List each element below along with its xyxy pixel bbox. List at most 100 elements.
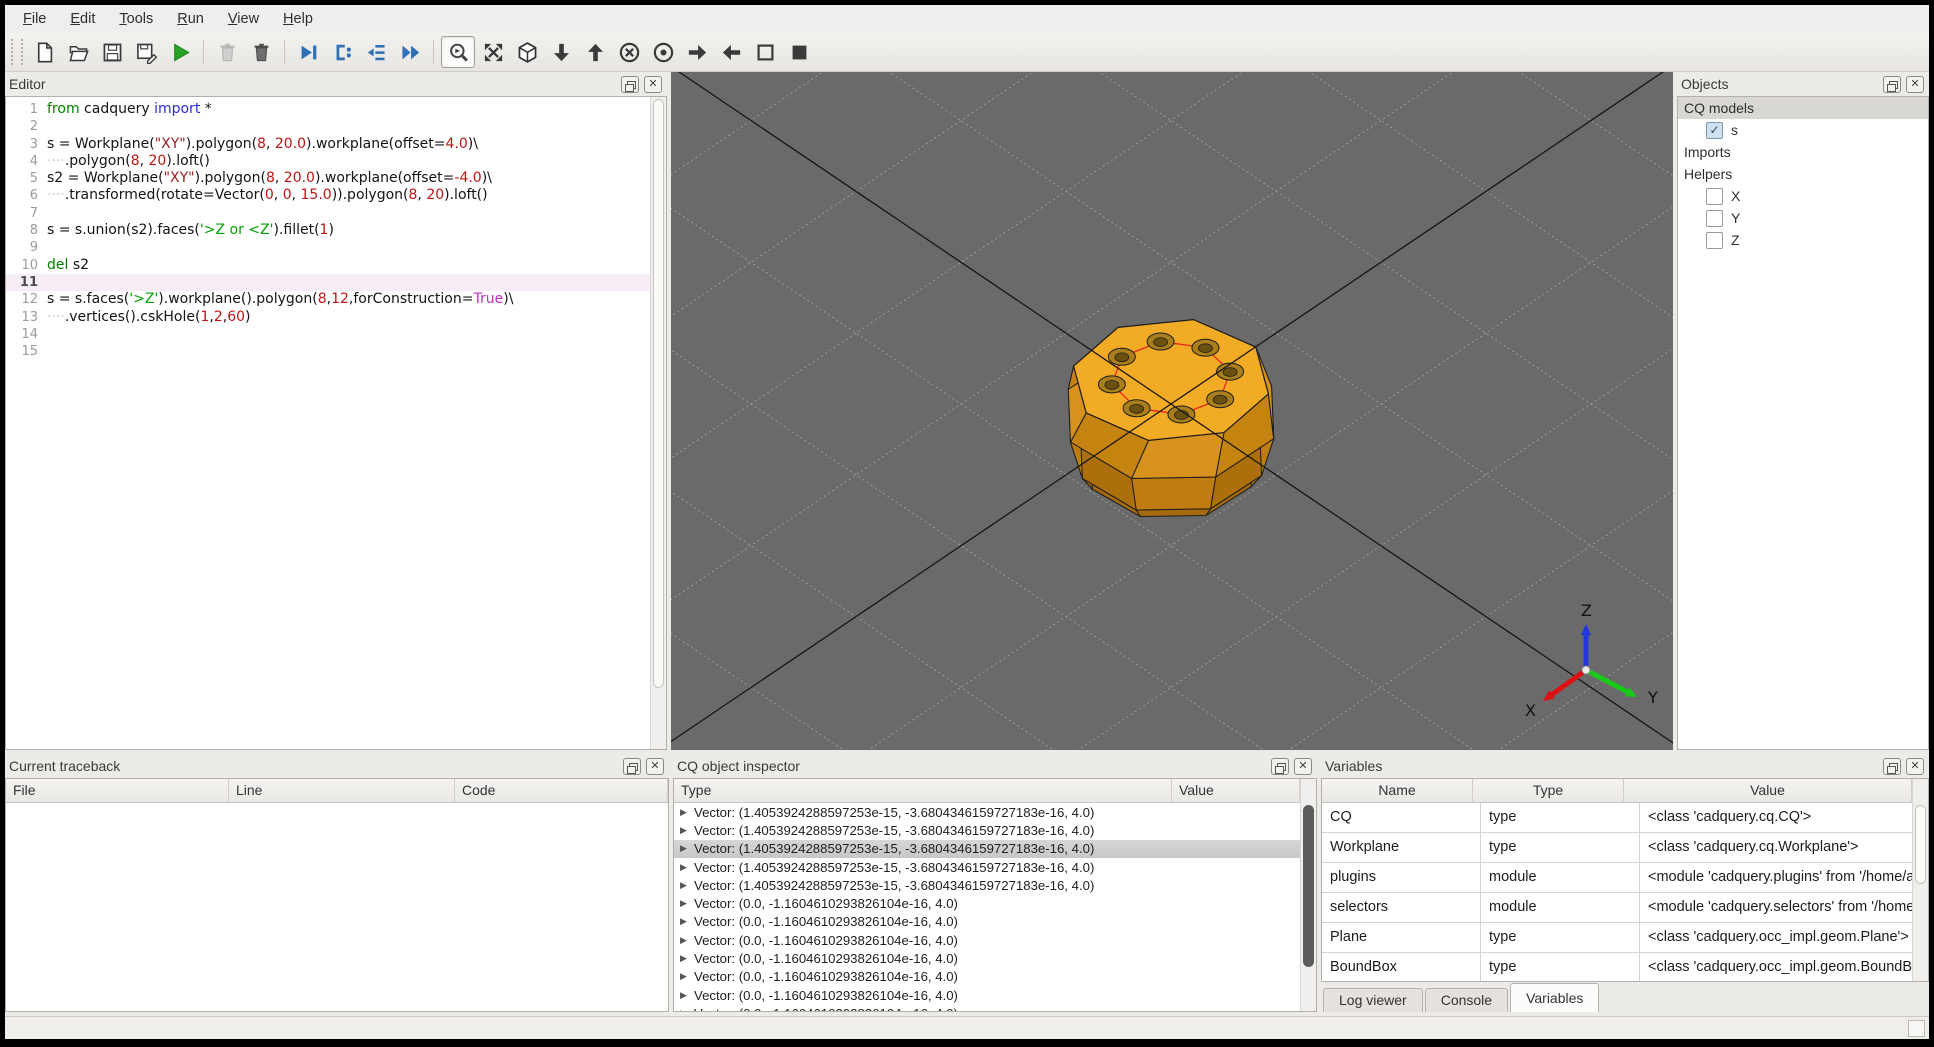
- inspector-row[interactable]: ▶Vector: (0.0, -1.1604610293826104e-16, …: [674, 968, 1300, 986]
- variable-row-plugins[interactable]: plugins module <module 'cadquery.plugins' …: [1322, 863, 1912, 893]
- viewport-3d[interactable]: Z X Y: [671, 72, 1673, 750]
- editor-scrollbar[interactable]: [650, 97, 666, 749]
- traceback-close-button[interactable]: ✕: [646, 757, 664, 775]
- run-button[interactable]: [164, 37, 196, 67]
- expand-arrow-icon[interactable]: ▶: [680, 880, 694, 891]
- inspector-scrollbar[interactable]: [1300, 779, 1316, 1011]
- new-file-button[interactable]: [28, 37, 60, 67]
- column-header-type[interactable]: Type: [1473, 779, 1624, 802]
- checkbox-x[interactable]: [1706, 187, 1723, 205]
- view-left-button[interactable]: [715, 37, 747, 67]
- inspector-scrollbar-thumb[interactable]: [1303, 805, 1314, 968]
- delete-button[interactable]: [211, 37, 243, 67]
- variables-scrollbar-thumb[interactable]: [1915, 805, 1926, 884]
- inspector-float-button[interactable]: [1271, 757, 1289, 775]
- inspector-row[interactable]: ▶Vector: (0.0, -1.1604610293826104e-16, …: [674, 931, 1300, 949]
- variables-float-button[interactable]: [1883, 757, 1901, 775]
- editor-float-button[interactable]: [621, 75, 639, 93]
- inspector-row[interactable]: ▶Vector: (0.0, -1.1604610293826104e-16, …: [674, 949, 1300, 967]
- view-up-button[interactable]: [579, 37, 611, 67]
- tree-item-x[interactable]: X: [1678, 185, 1928, 207]
- column-header-value[interactable]: Value: [1624, 779, 1912, 802]
- tree-item-z[interactable]: Z: [1678, 229, 1928, 251]
- column-header-code[interactable]: Code: [455, 779, 668, 802]
- view-down-button[interactable]: [545, 37, 577, 67]
- inspect-object-button[interactable]: [441, 36, 475, 68]
- expand-arrow-icon[interactable]: ▶: [680, 862, 694, 873]
- inspector-row[interactable]: ▶ Vector: (1.4053924288597253e-15, -3.680…: [674, 839, 1300, 858]
- inspector-row[interactable]: ▶ Vector: (1.4053924288597253e-15, -3.680…: [674, 858, 1300, 876]
- view-right-button[interactable]: [681, 37, 713, 67]
- variables-close-button[interactable]: ✕: [1906, 757, 1924, 775]
- expand-arrow-icon[interactable]: ▶: [680, 1008, 694, 1011]
- inspector-row[interactable]: ▶ Vector: (1.4053924288597253e-15, -3.680…: [674, 876, 1300, 894]
- debug-step-out-button[interactable]: [360, 37, 392, 67]
- iso-view-button[interactable]: [511, 37, 543, 67]
- tree-item-s[interactable]: ✓ s: [1678, 119, 1928, 141]
- inspector-row[interactable]: ▶Vector: (0.0, -1.1604610293826104e-16, …: [674, 894, 1300, 912]
- column-header-line[interactable]: Line: [229, 779, 455, 802]
- expand-arrow-icon[interactable]: ▶: [680, 971, 694, 982]
- menu-edit[interactable]: Edit: [58, 8, 107, 30]
- debug-step-button[interactable]: [292, 37, 324, 67]
- tree-item-cq-models[interactable]: CQ models: [1678, 97, 1928, 119]
- inspector-row[interactable]: ▶Vector: (0.0, -1.1604610293826104e-16, …: [674, 1004, 1300, 1011]
- menu-file[interactable]: File: [11, 8, 58, 30]
- expand-arrow-icon[interactable]: ▶: [680, 898, 694, 909]
- menu-tools[interactable]: Tools: [107, 8, 165, 30]
- expand-arrow-icon[interactable]: ▶: [680, 807, 694, 818]
- checkbox-z[interactable]: [1706, 231, 1723, 249]
- open-button[interactable]: [62, 37, 94, 67]
- size-grip[interactable]: [1908, 1020, 1925, 1037]
- menu-view[interactable]: View: [216, 8, 271, 30]
- save-as-button[interactable]: [130, 37, 162, 67]
- menu-run[interactable]: Run: [165, 8, 216, 30]
- traceback-float-button[interactable]: [623, 757, 641, 775]
- viewport-canvas[interactable]: Z X Y: [671, 72, 1673, 750]
- delete-all-button[interactable]: [245, 37, 277, 67]
- debug-step-in-button[interactable]: [326, 37, 358, 67]
- expand-arrow-icon[interactable]: ▶: [680, 990, 694, 1001]
- view-back-button[interactable]: [647, 37, 679, 67]
- expand-arrow-icon[interactable]: ▶: [680, 843, 694, 854]
- inspector-row[interactable]: ▶ Vector: (1.4053924288597253e-15, -3.680…: [674, 821, 1300, 839]
- tab-log-viewer[interactable]: Log viewer: [1323, 988, 1423, 1012]
- tree-item-y[interactable]: Y: [1678, 207, 1928, 229]
- tree-item-imports[interactable]: Imports: [1678, 141, 1928, 163]
- variable-row-BoundBox[interactable]: BoundBox type <class 'cadquery.occ_impl.ge…: [1322, 953, 1912, 981]
- debug-continue-button[interactable]: [394, 37, 426, 67]
- inspector-close-button[interactable]: ✕: [1294, 757, 1312, 775]
- checkbox-y[interactable]: [1706, 209, 1723, 227]
- variable-row-Plane[interactable]: Plane type <class 'cadquery.occ_impl.geom.…: [1322, 923, 1912, 953]
- column-header-type[interactable]: Type: [674, 779, 1172, 802]
- view-square-filled-button[interactable]: [783, 37, 815, 67]
- expand-arrow-icon[interactable]: ▶: [680, 953, 694, 964]
- column-header-value[interactable]: Value: [1172, 779, 1300, 802]
- tree-item-helpers[interactable]: Helpers: [1678, 163, 1928, 185]
- objects-float-button[interactable]: [1883, 75, 1901, 93]
- tab-variables[interactable]: Variables: [1510, 983, 1600, 1012]
- expand-arrow-icon[interactable]: ▶: [680, 935, 694, 946]
- view-square-button[interactable]: [749, 37, 781, 67]
- code-editor[interactable]: 1 from cadquery import * 2 3 s = Workplane("…: [6, 97, 650, 749]
- menu-help[interactable]: Help: [271, 8, 325, 30]
- expand-arrow-icon[interactable]: ▶: [680, 916, 694, 927]
- tab-console[interactable]: Console: [1424, 988, 1509, 1012]
- variable-row-Workplane[interactable]: Workplane type <class 'cadquery.cq.Workpla…: [1322, 833, 1912, 863]
- inspector-row[interactable]: ▶ Vector: (1.4053924288597253e-15, -3.680…: [674, 803, 1300, 821]
- variable-row-selectors[interactable]: selectors module <module 'cadquery.selecto…: [1322, 893, 1912, 923]
- editor-scrollbar-thumb[interactable]: [653, 99, 664, 688]
- inspector-row[interactable]: ▶Vector: (0.0, -1.1604610293826104e-16, …: [674, 986, 1300, 1004]
- view-front-button[interactable]: [613, 37, 645, 67]
- column-header-file[interactable]: File: [6, 779, 229, 802]
- variable-row-CQ[interactable]: CQ type <class 'cadquery.cq.CQ'>: [1322, 803, 1912, 833]
- editor-close-button[interactable]: ✕: [644, 75, 662, 93]
- inspector-row[interactable]: ▶Vector: (0.0, -1.1604610293826104e-16, …: [674, 913, 1300, 931]
- checkbox-s[interactable]: ✓: [1706, 121, 1723, 139]
- expand-arrow-icon[interactable]: ▶: [680, 825, 694, 836]
- variables-scrollbar[interactable]: [1912, 779, 1928, 981]
- toolbar-drag-handle[interactable]: [11, 39, 23, 65]
- column-header-name[interactable]: Name: [1322, 779, 1473, 802]
- fit-view-button[interactable]: [477, 37, 509, 67]
- save-button[interactable]: [96, 37, 128, 67]
